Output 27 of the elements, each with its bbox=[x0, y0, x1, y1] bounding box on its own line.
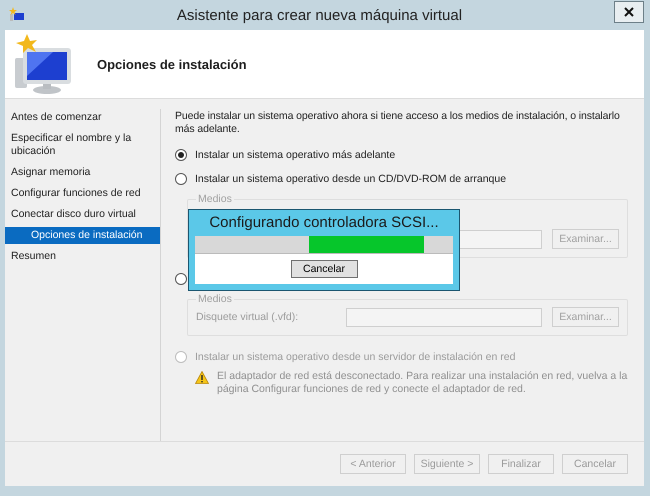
dialog-title: Configurando controladora SCSI... bbox=[208, 213, 440, 233]
nav-item[interactable]: Especificar el nombre y la ubicación bbox=[5, 130, 160, 160]
radio-button[interactable] bbox=[175, 173, 187, 185]
field-label: Disquete virtual (.vfd): bbox=[196, 311, 300, 323]
option-label: Instalar un sistema operativo más adelante bbox=[195, 149, 396, 161]
input-field[interactable] bbox=[346, 308, 542, 326]
warning-text: El adaptador de red está desconectado. Para realizar una instalación en red, vuelva a la página Configurar funciones de red y conecte el adaptador de red. bbox=[217, 370, 628, 396]
group-title: Medios bbox=[197, 193, 233, 205]
page-title: Opciones de instalación bbox=[97, 56, 247, 72]
window-title: Asistente para crear nueva máquina virtual bbox=[176, 6, 464, 24]
nav-item[interactable]: Opciones de instalación bbox=[5, 227, 160, 244]
nav-item[interactable]: Conectar disco duro virtual bbox=[5, 206, 160, 223]
group-title: Medios bbox=[197, 293, 233, 305]
close-icon bbox=[624, 7, 634, 17]
option-label: Instalar un sistema operativo desde un CD/DVD-ROM de arranque bbox=[195, 173, 506, 185]
nav-item[interactable]: Antes de comenzar bbox=[5, 109, 160, 126]
computer-icon bbox=[9, 7, 25, 23]
nav-item[interactable]: Configurar funciones de red bbox=[5, 185, 160, 202]
nav-item[interactable]: Resumen bbox=[5, 248, 160, 265]
close-button[interactable] bbox=[614, 1, 644, 23]
warning-icon bbox=[195, 371, 209, 384]
cancel-button[interactable]: Cancelar bbox=[290, 260, 358, 278]
intro-text: Puede instalar un sistema operativo ahora si tiene acceso a los medios de instalación, o instalarlo más adelante. bbox=[175, 110, 621, 136]
radio-button[interactable] bbox=[175, 149, 187, 161]
option-label: Instalar un sistema operativo desde un servidor de instalación en red bbox=[195, 351, 516, 363]
nav-item[interactable]: Asignar memoria bbox=[5, 164, 160, 181]
radio-button[interactable] bbox=[175, 273, 187, 285]
